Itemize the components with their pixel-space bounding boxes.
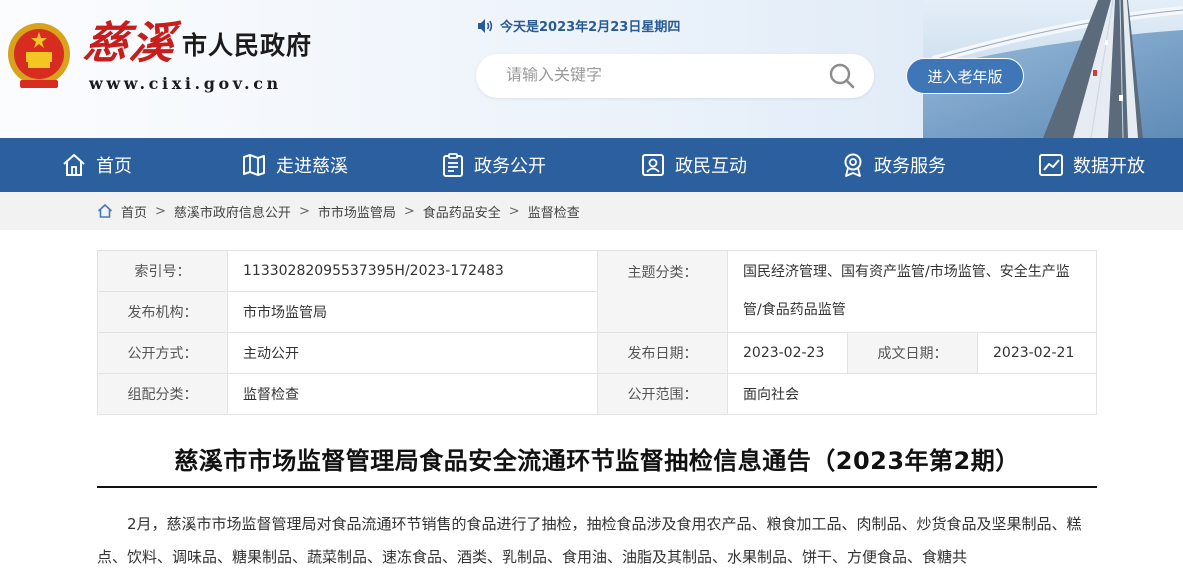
breadcrumb-separator: > bbox=[508, 203, 520, 219]
index-value: 11330282095537395H/2023-172483 bbox=[228, 251, 598, 292]
pubdate-value: 2023-02-23 bbox=[728, 333, 848, 374]
map-icon bbox=[243, 154, 265, 176]
nav-item-gov-affairs[interactable]: 政务公开 bbox=[441, 138, 546, 192]
search-input[interactable] bbox=[506, 67, 828, 85]
created-value: 2023-02-21 bbox=[978, 333, 1096, 374]
category-label: 组配分类： bbox=[98, 374, 228, 414]
date-line: 今天是2023年2月23日星期四 bbox=[476, 16, 680, 35]
logo-government-name: 市人民政府 bbox=[182, 31, 313, 60]
service-icon bbox=[844, 153, 862, 177]
nav-item-label: 政民互动 bbox=[675, 156, 747, 177]
chart-icon bbox=[1039, 154, 1063, 176]
index-label: 索引号： bbox=[98, 251, 228, 292]
national-emblem-icon bbox=[8, 23, 70, 88]
topic-value: 国民经济管理、国有资产监管/市场监管、安全生产监管/食品药品监管 bbox=[728, 251, 1096, 333]
logo-city-name: 慈溪 bbox=[80, 18, 180, 69]
category-value: 监督检查 bbox=[228, 374, 598, 414]
article-body: 2月，慈溪市市场监督管理局对食品流通环节销售的食品进行了抽检，抽检食品涉及食用农… bbox=[97, 515, 1082, 566]
created-label: 成文日期： bbox=[848, 333, 978, 374]
breadcrumb-separator: > bbox=[298, 203, 310, 219]
home-icon bbox=[97, 203, 113, 218]
site-logo[interactable]: 慈溪 市人民政府 bbox=[80, 16, 313, 69]
breadcrumb-link-inspection[interactable]: 监督检查 bbox=[528, 202, 580, 221]
breadcrumb: 首页 > 慈溪市政府信息公开 > 市市场监管局 > 食品药品安全 > 监督检查 bbox=[97, 192, 580, 230]
search-box bbox=[476, 54, 874, 98]
main-nav: 首页 走进慈溪 政务公开 政民互动 政务服务 数据开放 bbox=[0, 138, 1183, 192]
nav-item-services[interactable]: 政务服务 bbox=[841, 138, 946, 192]
nav-item-label: 数据开放 bbox=[1073, 156, 1145, 177]
breadcrumb-separator: > bbox=[403, 203, 415, 219]
nav-item-about[interactable]: 走进慈溪 bbox=[241, 138, 348, 192]
publisher-label: 发布机构： bbox=[98, 292, 228, 333]
method-label: 公开方式： bbox=[98, 333, 228, 374]
nav-item-interaction[interactable]: 政民互动 bbox=[640, 138, 747, 192]
nav-item-label: 走进慈溪 bbox=[276, 156, 348, 177]
document-icon bbox=[443, 153, 463, 177]
date-text: 今天是2023年2月23日星期四 bbox=[500, 20, 681, 35]
search-icon[interactable] bbox=[828, 62, 856, 90]
article-title: 慈溪市市场监督管理局食品安全流通环节监督抽检信息通告（2023年第2期） bbox=[174, 447, 1020, 475]
nav-item-label: 首页 bbox=[96, 156, 132, 177]
nav-item-label: 政务服务 bbox=[874, 156, 946, 177]
publisher-value: 市市场监管局 bbox=[228, 292, 598, 333]
breadcrumb-link-home[interactable]: 首页 bbox=[121, 202, 147, 221]
scope-value: 面向社会 bbox=[743, 387, 799, 403]
home-icon bbox=[63, 154, 85, 176]
document-info-table: 索引号： 11330282095537395H/2023-172483 主题分类… bbox=[97, 250, 1097, 415]
topic-label: 主题分类： bbox=[598, 251, 728, 333]
breadcrumb-separator: > bbox=[155, 203, 166, 219]
logo-url: www.cixi.gov.cn bbox=[89, 74, 282, 93]
breadcrumb-link-disclosure[interactable]: 慈溪市政府信息公开 bbox=[174, 202, 291, 221]
title-divider bbox=[97, 486, 1097, 488]
nav-item-open-data[interactable]: 数据开放 bbox=[1038, 138, 1145, 192]
breadcrumb-link-food-safety[interactable]: 食品药品安全 bbox=[423, 202, 501, 221]
nav-item-label: 政务公开 bbox=[474, 156, 546, 177]
pubdate-label: 发布日期： bbox=[598, 333, 728, 374]
method-value: 主动公开 bbox=[228, 333, 598, 374]
contact-icon bbox=[642, 154, 664, 176]
breadcrumb-bar: 首页 > 慈溪市政府信息公开 > 市市场监管局 > 食品药品安全 > 监督检查 bbox=[0, 192, 1183, 230]
breadcrumb-link-bureau[interactable]: 市市场监管局 bbox=[318, 202, 396, 221]
site-header: 慈溪 市人民政府 www.cixi.gov.cn 今天是2023年2月23日星期… bbox=[0, 0, 1183, 138]
elder-mode-button[interactable]: 进入老年版 bbox=[906, 58, 1024, 94]
nav-item-home[interactable]: 首页 bbox=[61, 138, 132, 192]
speaker-icon bbox=[478, 18, 493, 33]
scope-label: 公开范围： bbox=[598, 374, 728, 414]
